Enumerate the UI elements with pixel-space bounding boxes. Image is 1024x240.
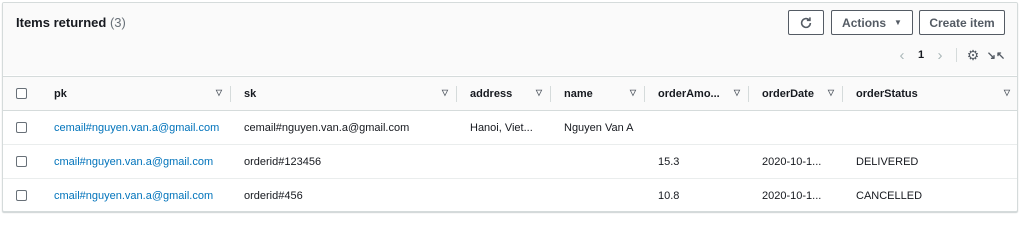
sort-down-icon[interactable]: ▽ bbox=[536, 88, 542, 97]
column-header-pk[interactable]: pk ▽ bbox=[41, 76, 231, 111]
gear-icon[interactable]: ⚙ bbox=[964, 47, 982, 64]
column-label: pk bbox=[54, 88, 67, 100]
cell-orderamount: 10.8 bbox=[658, 189, 680, 202]
cell-orderdate: 2020-10-1... bbox=[762, 189, 822, 202]
actions-button[interactable]: Actions ▼ bbox=[831, 10, 913, 35]
cell-address: Hanoi, Viet... bbox=[457, 110, 551, 145]
item-count: (3) bbox=[109, 15, 126, 30]
select-all-checkbox[interactable] bbox=[16, 88, 27, 99]
pager-divider bbox=[956, 48, 957, 62]
column-header-name[interactable]: name ▽ bbox=[551, 76, 645, 111]
sort-down-icon[interactable]: ▽ bbox=[734, 88, 740, 97]
sort-down-icon[interactable]: ▽ bbox=[828, 88, 834, 97]
actions-label: Actions bbox=[842, 15, 887, 30]
cell-orderdate: 2020-10-1... bbox=[749, 144, 843, 179]
row-checkbox[interactable] bbox=[16, 156, 27, 167]
items-table: pk ▽ sk ▽ address ▽ name ▽ orderAmo... ▽ orde… bbox=[3, 76, 1017, 212]
items-panel: Items returned (3) Actions ▼ Create item… bbox=[2, 2, 1018, 212]
cell-name: Nguyen Van A bbox=[551, 110, 645, 145]
sort-down-icon[interactable]: ▽ bbox=[216, 88, 222, 97]
table-row[interactable]: cmail#nguyen.van.a@gmail.com orderid#123… bbox=[3, 144, 1017, 179]
row-select-cell bbox=[3, 144, 41, 179]
create-item-label: Create item bbox=[929, 15, 995, 30]
column-label: orderDate bbox=[762, 88, 814, 100]
caret-down-icon: ▼ bbox=[894, 18, 902, 27]
cell-orderamount: 15.3 bbox=[645, 144, 749, 179]
cell-address bbox=[457, 144, 551, 179]
refresh-button[interactable] bbox=[788, 10, 824, 35]
column-label: sk bbox=[244, 88, 257, 100]
create-item-button[interactable]: Create item bbox=[919, 10, 1005, 35]
chevron-right-icon[interactable]: › bbox=[931, 47, 949, 64]
cell-orderstatus bbox=[843, 110, 1017, 145]
column-header-orderdate[interactable]: orderDate ▽ bbox=[749, 76, 843, 111]
table-row[interactable]: cmail#nguyen.van.a@gmail.com orderid#456… bbox=[3, 179, 1017, 212]
cell-orderstatus: CANCELLED bbox=[856, 189, 923, 202]
pagination: ‹ 1 › ⚙ ↘↖ bbox=[893, 45, 1006, 65]
cell-sk: cemail#nguyen.van.a@gmail.com bbox=[231, 110, 457, 145]
select-all-cell bbox=[3, 76, 41, 111]
column-label: address bbox=[470, 88, 513, 100]
table-row[interactable]: cemail#nguyen.van.a@gmail.com cemail#ngu… bbox=[3, 110, 1017, 145]
column-header-orderstatus[interactable]: orderStatus ▽ bbox=[843, 76, 1017, 111]
cell-orderstatus: DELIVERED bbox=[843, 144, 1017, 179]
cell-orderdate bbox=[749, 110, 843, 145]
title-text: Items returned bbox=[16, 15, 107, 30]
cell-name bbox=[551, 144, 645, 179]
refresh-icon bbox=[800, 16, 812, 28]
sort-down-icon[interactable]: ▽ bbox=[442, 88, 448, 97]
sort-down-icon[interactable]: ▽ bbox=[1004, 88, 1010, 97]
column-header-sk[interactable]: sk ▽ bbox=[231, 76, 457, 111]
page-number[interactable]: 1 bbox=[911, 49, 931, 61]
column-header-address[interactable]: address ▽ bbox=[457, 76, 551, 111]
column-label: orderAmo... bbox=[658, 88, 720, 100]
chevron-left-icon[interactable]: ‹ bbox=[893, 47, 911, 64]
cell-pk-link[interactable]: cmail#nguyen.van.a@gmail.com bbox=[41, 179, 231, 212]
column-label: orderStatus bbox=[856, 88, 918, 100]
cell-pk-link[interactable]: cmail#nguyen.van.a@gmail.com bbox=[41, 144, 231, 179]
row-select-cell bbox=[3, 179, 41, 212]
cell-address bbox=[457, 179, 551, 212]
row-select-cell bbox=[3, 110, 41, 145]
column-label: name bbox=[564, 88, 593, 100]
cell-orderamount bbox=[645, 110, 749, 145]
row-checkbox[interactable] bbox=[16, 122, 27, 133]
cell-sk: orderid#456 bbox=[244, 189, 303, 202]
cell-name bbox=[551, 179, 645, 212]
row-checkbox[interactable] bbox=[16, 190, 27, 202]
sort-down-icon[interactable]: ▽ bbox=[630, 88, 636, 97]
column-header-orderamount[interactable]: orderAmo... ▽ bbox=[645, 76, 749, 111]
panel-title: Items returned (3) bbox=[16, 15, 126, 30]
cell-sk: orderid#123456 bbox=[231, 144, 457, 179]
collapse-icon[interactable]: ↘↖ bbox=[986, 49, 1006, 62]
cell-pk-link[interactable]: cemail#nguyen.van.a@gmail.com bbox=[41, 110, 231, 145]
table-header-row: pk ▽ sk ▽ address ▽ name ▽ orderAmo... ▽ orde… bbox=[3, 76, 1017, 111]
